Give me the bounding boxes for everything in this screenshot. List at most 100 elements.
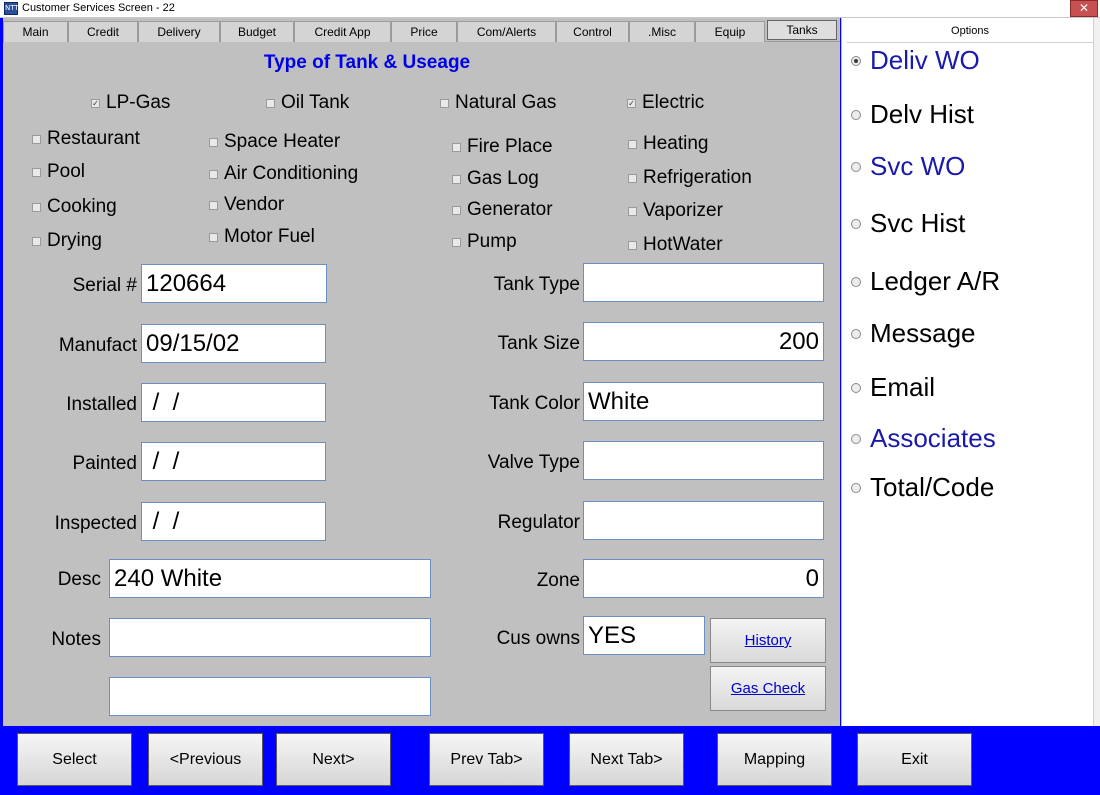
checkbox-electric[interactable]: ✓ Electric: [627, 92, 704, 114]
previous-button[interactable]: <Previous: [148, 733, 263, 786]
checkbox-hotwater[interactable]: HotWater: [628, 234, 723, 256]
regulator-field[interactable]: [583, 501, 824, 540]
zone-field[interactable]: 0: [583, 559, 824, 598]
checkbox-cooking[interactable]: Cooking: [32, 196, 117, 218]
checkbox-motor-fuel[interactable]: Motor Fuel: [209, 226, 315, 248]
checkbox-icon: [628, 240, 637, 250]
painted-label: Painted: [72, 453, 137, 474]
option-label: Deliv WO: [870, 45, 980, 75]
next-tab-button[interactable]: Next Tab>: [569, 733, 684, 786]
checkbox-space-heater[interactable]: Space Heater: [209, 131, 340, 153]
checkbox-lp-gas[interactable]: ✓ LP-Gas: [91, 92, 170, 114]
checked-icon: ✓: [627, 98, 636, 108]
tab-com-alerts[interactable]: Com/Alerts: [457, 21, 556, 42]
option-svc-hist[interactable]: Svc Hist: [851, 208, 965, 239]
tab-misc[interactable]: .Misc: [629, 21, 695, 42]
regulator-label: Regulator: [497, 512, 580, 533]
tab-equip[interactable]: Equip: [695, 21, 765, 42]
serial-field[interactable]: 120664: [141, 264, 327, 303]
option-delv-hist[interactable]: Delv Hist: [851, 99, 974, 130]
desc-label: Desc: [57, 569, 101, 590]
manufact-field[interactable]: 09/15/02: [141, 324, 326, 363]
option-ledger-ar[interactable]: Ledger A/R: [851, 266, 1000, 297]
gas-check-button[interactable]: Gas Check: [710, 666, 826, 711]
tank-size-field[interactable]: 200: [583, 322, 824, 361]
prev-tab-button[interactable]: Prev Tab>: [429, 733, 544, 786]
notes-field[interactable]: [109, 618, 431, 657]
checkbox-icon: [452, 237, 461, 247]
option-message[interactable]: Message: [851, 318, 976, 349]
radio-icon: [851, 382, 861, 393]
option-associates[interactable]: Associates: [851, 423, 996, 454]
tab-control[interactable]: Control: [556, 21, 629, 42]
checkbox-fire-place[interactable]: Fire Place: [452, 136, 553, 158]
checkbox-label: Fire Place: [467, 136, 553, 157]
checkbox-generator[interactable]: Generator: [452, 199, 553, 221]
notes-field-line-2[interactable]: [109, 677, 431, 716]
radio-icon: [851, 218, 861, 229]
radio-icon: [851, 109, 861, 120]
checkbox-label: Generator: [467, 199, 553, 220]
tab-tanks[interactable]: Tanks: [767, 20, 837, 40]
installed-field[interactable]: / /: [141, 383, 326, 422]
radio-icon: [851, 161, 861, 172]
option-label: Message: [870, 318, 976, 348]
checked-icon: ✓: [91, 98, 100, 108]
painted-field[interactable]: / /: [141, 442, 326, 481]
tab-price[interactable]: Price: [391, 21, 457, 42]
tab-credit-app[interactable]: Credit App: [294, 21, 391, 42]
cus-owns-field[interactable]: YES: [583, 616, 705, 655]
mapping-button[interactable]: Mapping: [717, 733, 832, 786]
tab-credit[interactable]: Credit: [68, 21, 138, 42]
next-button[interactable]: Next>: [276, 733, 391, 786]
checkbox-natural-gas[interactable]: Natural Gas: [440, 92, 556, 114]
close-icon[interactable]: ✕: [1070, 0, 1098, 17]
checkbox-refrigeration[interactable]: Refrigeration: [628, 167, 752, 189]
checkbox-gas-log[interactable]: Gas Log: [452, 168, 539, 190]
inspected-label: Inspected: [54, 513, 137, 534]
tank-type-field[interactable]: [583, 263, 824, 302]
checkbox-icon: [628, 173, 637, 183]
app-icon: NTT: [4, 2, 19, 15]
checkbox-icon: [628, 139, 637, 149]
checkbox-label: Motor Fuel: [224, 226, 315, 247]
history-button[interactable]: History: [710, 618, 826, 663]
title-bar: NTT Customer Services Screen - 22 ✕: [0, 0, 1100, 18]
checkbox-vaporizer[interactable]: Vaporizer: [628, 200, 723, 222]
checkbox-air-conditioning[interactable]: Air Conditioning: [209, 163, 358, 185]
checkbox-icon: [452, 205, 461, 215]
zone-label: Zone: [536, 570, 580, 591]
window-title: Customer Services Screen - 22: [22, 2, 175, 14]
radio-icon: [851, 433, 861, 444]
checkbox-vendor[interactable]: Vendor: [209, 194, 284, 216]
checkbox-label: Restaurant: [47, 128, 140, 149]
desc-field[interactable]: 240 White: [109, 559, 431, 598]
valve-type-field[interactable]: [583, 441, 824, 480]
tab-delivery[interactable]: Delivery: [138, 21, 220, 42]
select-button[interactable]: Select: [17, 733, 132, 786]
checkbox-pool[interactable]: Pool: [32, 161, 85, 183]
checkbox-icon: [209, 200, 218, 210]
checkbox-label: Pool: [47, 161, 86, 182]
radio-selected-icon: [851, 55, 861, 66]
option-svc-wo[interactable]: Svc WO: [851, 151, 965, 182]
option-label: Total/Code: [870, 472, 995, 502]
checkbox-label: Vendor: [224, 194, 285, 215]
tab-main[interactable]: Main: [3, 21, 68, 42]
inspected-field[interactable]: / /: [141, 502, 326, 541]
checkbox-drying[interactable]: Drying: [32, 230, 102, 252]
tab-bar: Main Credit Delivery Budget Credit App P…: [3, 18, 840, 42]
checkbox-pump[interactable]: Pump: [452, 231, 517, 253]
checkbox-icon: [452, 142, 461, 152]
options-scrollbar[interactable]: [1093, 18, 1100, 726]
tab-budget[interactable]: Budget: [220, 21, 294, 42]
exit-button[interactable]: Exit: [857, 733, 972, 786]
checkbox-icon: [209, 169, 218, 179]
option-deliv-wo[interactable]: Deliv WO: [851, 45, 980, 76]
checkbox-heating[interactable]: Heating: [628, 133, 709, 155]
tank-color-field[interactable]: White: [583, 382, 824, 421]
checkbox-oil-tank[interactable]: Oil Tank: [266, 92, 349, 114]
option-total-code[interactable]: Total/Code: [851, 472, 994, 503]
checkbox-restaurant[interactable]: Restaurant: [32, 128, 140, 150]
option-email[interactable]: Email: [851, 372, 935, 403]
